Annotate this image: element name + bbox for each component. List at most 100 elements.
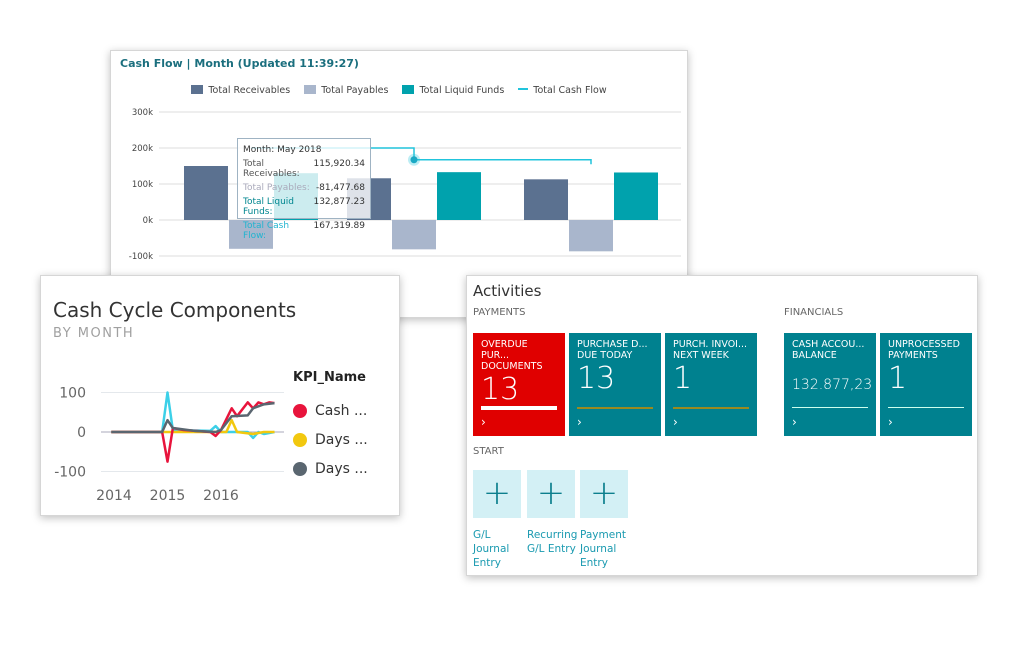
tile-title: CASH ACCOU... BALANCE	[792, 339, 868, 361]
bar-total-payables[interactable]	[569, 220, 613, 252]
x-tick-label: 2016	[203, 488, 239, 504]
tile-indicator-bar	[481, 406, 557, 410]
tile-title: PURCH. INVOI... NEXT WEEK	[673, 339, 749, 361]
legend-label: Days ...	[315, 461, 368, 477]
tooltip-value: 115,920.34	[313, 159, 365, 169]
tile-title-line: BALANCE	[792, 350, 837, 361]
tile-title-line: NEXT WEEK	[673, 350, 729, 361]
y-tick-label: 0	[77, 425, 86, 441]
activity-tile[interactable]: CASH ACCOU... BALANCE 132.877,23 ›	[784, 333, 876, 436]
chevron-right-icon[interactable]: ›	[481, 415, 486, 429]
label-line: Journal	[473, 543, 510, 555]
tooltip-value: 167,319.89	[313, 221, 365, 231]
tile-title-line: DOCUMENTS	[481, 361, 543, 372]
tile-indicator-bar	[577, 407, 653, 409]
label-line: Entry	[473, 557, 501, 569]
label-line: Payment	[580, 529, 626, 541]
tooltip-label: Total Cash Flow:	[243, 221, 290, 241]
legend-dot	[293, 462, 307, 476]
tooltip-row: Total Payables: -81,477.68	[243, 183, 365, 193]
activity-tile[interactable]: UNPROCESSED PAYMENTS 1 ›	[880, 333, 972, 436]
legend-dot	[293, 433, 307, 447]
activities-panel: Activities PAYMENTS FINANCIALS OVERDUE P…	[466, 275, 978, 576]
legend-label: Cash ...	[315, 403, 368, 419]
tooltip-row: Total Cash Flow: 167,319.89	[243, 221, 365, 241]
tile-value: 1	[673, 361, 693, 396]
label-line: Recurring	[527, 529, 578, 541]
chevron-right-icon[interactable]: ›	[673, 415, 678, 429]
chevron-right-icon[interactable]: ›	[577, 415, 582, 429]
series-line[interactable]	[111, 401, 275, 434]
chart-tooltip: Month: May 2018 Total Receivables: 115,92…	[237, 138, 371, 241]
plus-icon: +	[536, 473, 566, 513]
activity-tile[interactable]: PURCHASE D... DUE TODAY 13 ›	[569, 333, 661, 436]
tooltip-month: Month: May 2018	[243, 145, 322, 155]
bar-total-liquid-funds[interactable]	[614, 172, 658, 220]
tile-indicator-bar	[673, 407, 749, 409]
cash-cycle-panel: Cash Cycle Components BY MONTH 100 0 -100 2…	[40, 275, 400, 516]
bar-total-receivables[interactable]	[524, 179, 568, 220]
start-tile-button[interactable]: +	[580, 470, 628, 518]
legend-item[interactable]: Cash ...	[293, 403, 367, 419]
label-line: Entry	[580, 557, 608, 569]
start-tile-button[interactable]: +	[527, 470, 575, 518]
tooltip-label: Total Receivables:	[243, 159, 300, 179]
activities-title: Activities	[473, 282, 542, 300]
tile-title-line: CASH ACCOU...	[792, 339, 865, 350]
tile-title-line: OVERDUE PUR...	[481, 339, 528, 361]
start-tile-label[interactable]: G/L Journal Entry	[473, 528, 525, 570]
tile-value: 132.877,23	[792, 377, 873, 393]
y-tick-label: 0k	[143, 216, 153, 226]
tile-value: 13	[481, 372, 520, 407]
tile-title-line: DUE TODAY	[577, 350, 633, 361]
x-tick-label: 2015	[150, 488, 186, 504]
y-tick-label: -100k	[129, 252, 153, 262]
legend-item[interactable]: Days ...	[293, 461, 368, 477]
activity-tile[interactable]: PURCH. INVOI... NEXT WEEK 1 ›	[665, 333, 757, 436]
tile-title-line: UNPROCESSED	[888, 339, 960, 350]
start-section-label: START	[473, 446, 504, 457]
tooltip-label: Total Liquid Funds:	[243, 197, 295, 217]
tile-title: PURCHASE D... DUE TODAY	[577, 339, 653, 361]
y-tick-label: -100	[54, 465, 86, 481]
label-line: Journal	[580, 543, 617, 555]
tile-title-line: PAYMENTS	[888, 350, 938, 361]
tooltip-value: -81,477.68	[315, 183, 365, 193]
tile-title-line: PURCH. INVOI...	[673, 339, 748, 350]
payments-section-label: PAYMENTS	[473, 307, 526, 318]
bar-total-payables[interactable]	[392, 220, 436, 250]
start-tile-label[interactable]: Recurring G/L Entry	[527, 528, 579, 556]
tile-indicator-bar	[792, 407, 868, 408]
x-tick-label: 2014	[96, 488, 132, 504]
financials-section-label: FINANCIALS	[784, 307, 844, 318]
chevron-right-icon[interactable]: ›	[888, 415, 893, 429]
y-tick-label: 100	[59, 386, 86, 402]
chevron-right-icon[interactable]: ›	[792, 415, 797, 429]
tooltip-label: Total Payables:	[243, 183, 310, 193]
tile-title: OVERDUE PUR... DOCUMENTS	[481, 339, 557, 372]
activity-tile[interactable]: OVERDUE PUR... DOCUMENTS 13 ›	[473, 333, 565, 436]
legend-dot	[293, 404, 307, 418]
y-tick-label: 100k	[132, 180, 153, 190]
tile-title-line: PURCHASE D...	[577, 339, 648, 350]
y-tick-label: 300k	[132, 108, 153, 118]
start-tile-button[interactable]: +	[473, 470, 521, 518]
tooltip-row: Total Liquid Funds: 132,877.23	[243, 197, 365, 217]
plus-icon: +	[482, 473, 512, 513]
bar-total-receivables[interactable]	[184, 166, 228, 220]
bar-total-liquid-funds[interactable]	[437, 172, 481, 220]
y-tick-label: 200k	[132, 144, 153, 154]
tile-indicator-bar	[888, 407, 964, 408]
start-tile-label[interactable]: Payment Journal Entry	[580, 528, 632, 570]
plus-icon: +	[589, 473, 619, 513]
legend-title: KPI_Name	[293, 370, 366, 385]
tooltip-row: Total Receivables: 115,920.34	[243, 159, 365, 179]
tooltip-value: 132,877.23	[313, 197, 365, 207]
cash-flow-point[interactable]	[410, 156, 418, 164]
legend-item[interactable]: Days ...	[293, 432, 368, 448]
label-line: G/L Entry	[527, 543, 576, 555]
tile-title: UNPROCESSED PAYMENTS	[888, 339, 964, 361]
tile-value: 1	[888, 361, 908, 396]
cash-cycle-chart: 100 0 -100 2014 2015 2016	[54, 386, 284, 504]
label-line: G/L	[473, 529, 491, 541]
